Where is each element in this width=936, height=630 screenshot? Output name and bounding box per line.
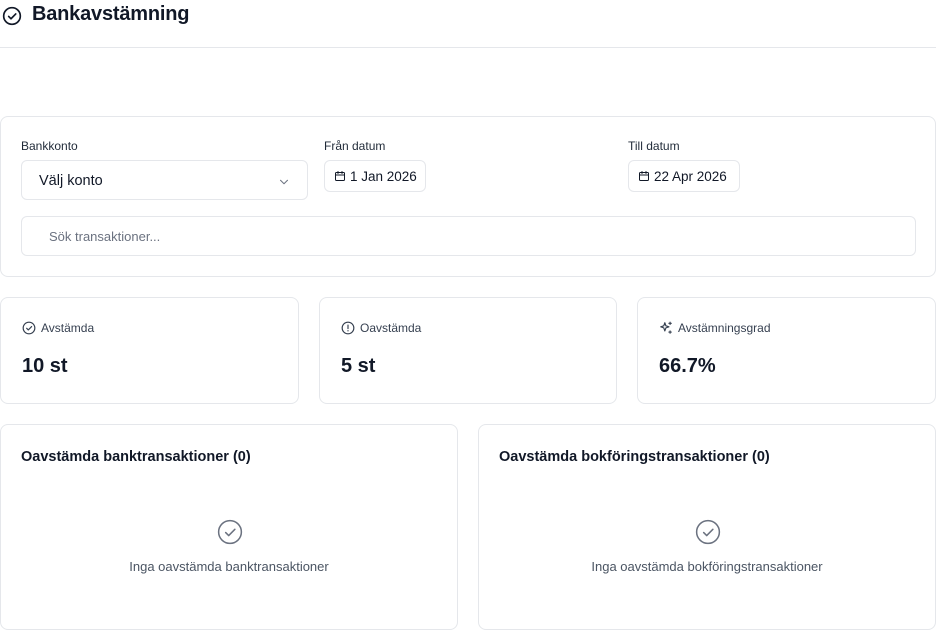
check-circle-icon xyxy=(217,519,243,545)
from-date-label: Från datum xyxy=(324,139,386,153)
stat-label: Avstämda xyxy=(41,321,95,335)
stat-card-rate: Avstämningsgrad 66.7% xyxy=(637,297,936,404)
sparkles-icon xyxy=(660,321,672,334)
to-date-value: 22 Apr 2026 xyxy=(654,169,727,184)
account-select[interactable]: Välj konto xyxy=(21,160,308,200)
calendar-icon xyxy=(639,171,649,181)
empty-state-text: Inga oavstämda banktransaktioner xyxy=(129,559,329,574)
check-circle-icon xyxy=(22,321,36,335)
account-select-value: Välj konto xyxy=(39,173,103,189)
empty-state-text: Inga oavstämda bokföringstransaktioner xyxy=(591,559,823,574)
chevron-down-icon xyxy=(279,179,289,185)
to-date-label: Till datum xyxy=(628,139,680,153)
alert-circle-icon xyxy=(341,321,355,335)
page-title: Bankavstämning xyxy=(32,3,190,25)
panel-title: Oavstämda banktransaktioner (0) xyxy=(21,449,251,465)
from-date-button[interactable]: 1 Jan 2026 xyxy=(324,160,426,192)
account-label: Bankkonto xyxy=(21,139,78,153)
filter-card: Bankkonto Välj konto Från datum 1 Jan 20… xyxy=(0,116,936,277)
panel-title: Oavstämda bokföringstransaktioner (0) xyxy=(499,449,770,465)
unreconciled-bank-panel: Oavstämda banktransaktioner (0) Inga oav… xyxy=(0,424,458,630)
stat-label: Oavstämda xyxy=(360,321,422,335)
calendar-icon xyxy=(335,171,345,181)
search-input[interactable] xyxy=(21,216,916,256)
unreconciled-ledger-panel: Oavstämda bokföringstransaktioner (0) In… xyxy=(478,424,936,630)
stat-card-unreconciled: Oavstämda 5 st xyxy=(319,297,617,404)
from-date-value: 1 Jan 2026 xyxy=(350,169,417,184)
check-circle-icon xyxy=(695,519,721,545)
page-header: Bankavstämning xyxy=(0,0,936,48)
stat-value: 10 st xyxy=(22,355,68,377)
stat-label: Avstämningsgrad xyxy=(678,321,771,335)
stat-value: 5 st xyxy=(341,355,376,377)
stat-card-reconciled: Avstämda 10 st xyxy=(0,297,299,404)
stat-value: 66.7% xyxy=(659,355,716,377)
to-date-button[interactable]: 22 Apr 2026 xyxy=(628,160,740,192)
check-circle-icon xyxy=(2,6,22,26)
